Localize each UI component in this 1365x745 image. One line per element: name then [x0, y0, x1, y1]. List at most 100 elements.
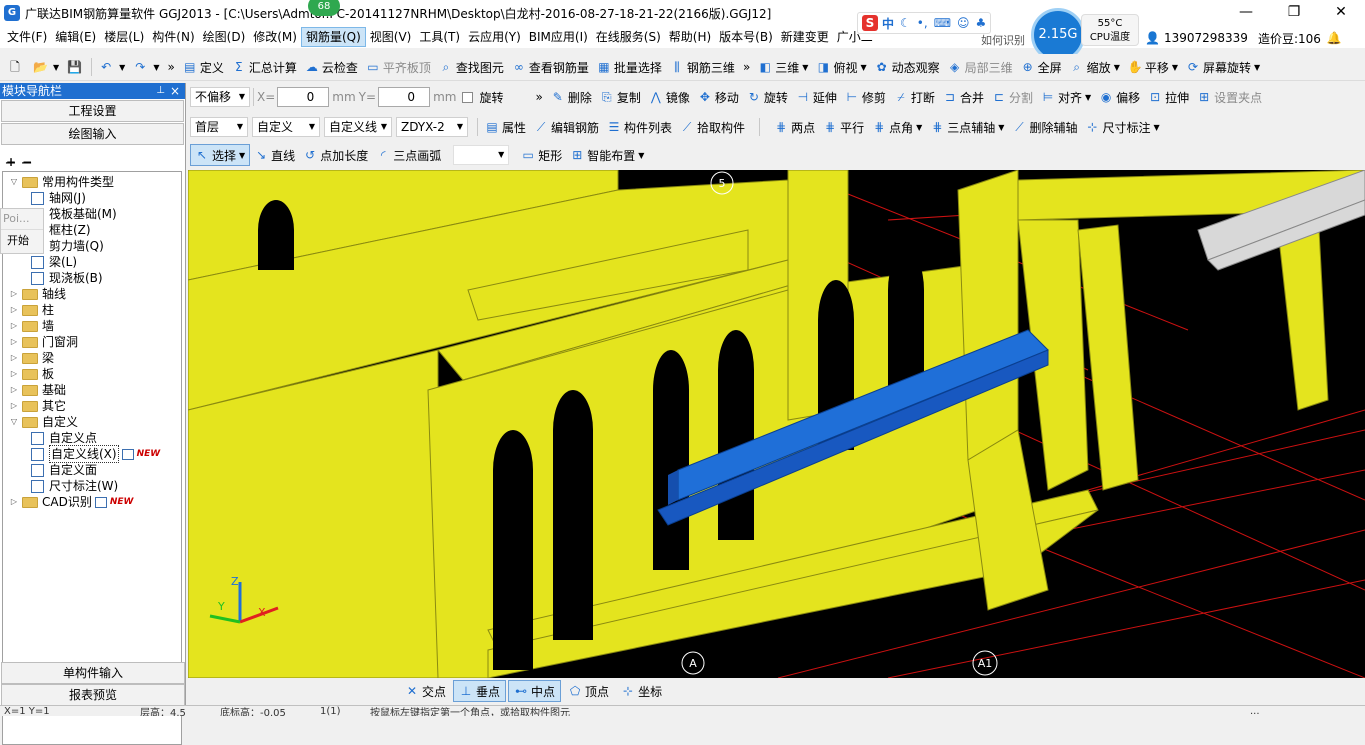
popup-start-button[interactable]: 开始 [1, 229, 43, 251]
menu-item-9[interactable]: 云应用(Y) [464, 27, 525, 47]
panel-close-icon[interactable]: × [170, 83, 180, 99]
ime-mode[interactable]: 中 [882, 15, 894, 32]
project-settings-button[interactable]: 工程设置 [1, 100, 184, 122]
tree-node-17[interactable]: 自定义线(X) NEW [31, 445, 160, 463]
user-icon[interactable]: ☺ [957, 16, 970, 30]
tree-node-12[interactable]: ▷ 板 [9, 366, 54, 382]
3d-scene[interactable]: 5 A A1 Z Y X [188, 170, 1365, 678]
notification-icon[interactable]: 🔔 [1327, 31, 1342, 45]
user-phone[interactable]: 13907298339 [1164, 31, 1248, 45]
menu-item-12[interactable]: 帮助(H) [665, 27, 715, 47]
tool-tb3-items-1[interactable]: ⟋ 编辑钢筋 [530, 116, 603, 138]
snap-perpendicular-toggle[interactable]: ⊥ 垂点 [453, 680, 507, 702]
rotate-checkbox[interactable] [462, 91, 474, 103]
tool-tb1-items-7[interactable]: ⫼ 钢筋三维 [666, 56, 739, 78]
floor-select[interactable]: 首层 ▼ [190, 117, 248, 137]
tool-tb1-right-7[interactable]: ⟳ 屏幕旋转 ▼ [1182, 56, 1264, 78]
tree-node-10[interactable]: ▷ 门窗洞 [9, 334, 78, 350]
tool-tb2-items-3[interactable]: ✥ 移动 [694, 86, 743, 108]
undo-button[interactable]: ↶ ▼ [95, 56, 129, 78]
tool-tb2-items-7[interactable]: ⌿ 打断 [890, 86, 939, 108]
tool-tb3-aux-5[interactable]: ⊹ 尺寸标注 ▼ [1081, 116, 1163, 138]
tool-tb4-items-3[interactable]: ◜ 三点画弧 [372, 144, 445, 166]
menu-item-13[interactable]: 版本号(B) [715, 27, 777, 47]
snap-midpoint-toggle[interactable]: ⊷ 中点 [508, 680, 562, 702]
menu-item-5[interactable]: 修改(M) [249, 27, 301, 47]
tool-tb1-right-5[interactable]: ⌕ 缩放 ▼ [1066, 56, 1124, 78]
tree-node-19[interactable]: 尺寸标注(W) [31, 478, 118, 494]
tool-tb3-aux-3[interactable]: ⋕ 三点辅轴 ▼ [926, 116, 1008, 138]
tool-tb1-items-2[interactable]: ☁ 云检查 [301, 56, 362, 78]
help-link[interactable]: 如何识别 [981, 32, 1025, 48]
tool-tb2-items-12[interactable]: ⊡ 拉伸 [1144, 86, 1193, 108]
tree-node-15[interactable]: ▽ 自定义 [9, 414, 78, 430]
tree-node-7[interactable]: ▷ 轴线 [9, 286, 66, 302]
tool-tb3-aux-0[interactable]: ⋕ 两点 [770, 116, 819, 138]
keyboard-icon[interactable]: ⌨ [934, 16, 951, 30]
overflow-chevron-3[interactable]: » [531, 86, 546, 108]
expand-toggle-icon[interactable]: ▷ [9, 398, 19, 414]
menu-item-4[interactable]: 绘图(D) [199, 27, 250, 47]
3d-viewport[interactable]: 5 A A1 Z Y X [188, 170, 1365, 678]
tool-tb1-items-0[interactable]: ▤ 定义 [179, 56, 228, 78]
tree-node-13[interactable]: ▷ 基础 [9, 382, 66, 398]
moon-icon[interactable]: ☾ [900, 16, 911, 30]
tool-tb1-items-6[interactable]: ▦ 批量选择 [593, 56, 666, 78]
expand-toggle-icon[interactable]: ▷ [9, 366, 19, 382]
punct-icon[interactable]: •, [917, 16, 928, 30]
report-preview-button[interactable]: 报表预览 [1, 684, 185, 706]
snap-coordinate-toggle[interactable]: ⊹ 坐标 [616, 680, 667, 702]
menu-item-1[interactable]: 编辑(E) [51, 27, 100, 47]
offset-mode-select[interactable]: 不偏移 ▼ [190, 87, 250, 107]
component-name-select[interactable]: ZDYX-2 ▼ [396, 117, 468, 137]
tool-tb2-items-1[interactable]: ⎘ 复制 [596, 86, 645, 108]
tool-tb4-items2-0[interactable]: ▭ 矩形 [517, 144, 566, 166]
menu-item-11[interactable]: 在线服务(S) [592, 27, 665, 47]
x-coord-input[interactable] [277, 87, 330, 107]
tool-tb2-items-6[interactable]: ⊢ 修剪 [841, 86, 890, 108]
tree-node-1[interactable]: 轴网(J) [31, 190, 86, 206]
tool-tb2-items-10[interactable]: ⊨ 对齐 ▼ [1037, 86, 1095, 108]
open-file-button[interactable]: 📂 ▼ [29, 56, 63, 78]
tool-tb4-items2-1[interactable]: ⊞ 智能布置 ▼ [566, 144, 648, 166]
tree-node-6[interactable]: 现浇板(B) [31, 270, 103, 286]
tool-tb2-items-9[interactable]: ⊏ 分割 [988, 86, 1037, 108]
expand-toggle-icon[interactable]: ▷ [9, 382, 19, 398]
tool-tb1-right-2[interactable]: ✿ 动态观察 [871, 56, 944, 78]
popup-line-1[interactable]: Poi... [1, 209, 43, 229]
menu-item-3[interactable]: 构件(N) [148, 27, 198, 47]
expand-toggle-icon[interactable]: ▷ [9, 350, 19, 366]
single-component-input-button[interactable]: 单构件输入 [1, 662, 185, 684]
snap-intersection-toggle[interactable]: ✕ 交点 [400, 680, 451, 702]
tool-tb3-items-2[interactable]: ☰ 构件列表 [603, 116, 676, 138]
tool-tb1-items-5[interactable]: ∞ 查看钢筋量 [508, 56, 593, 78]
tool-tb2-items-5[interactable]: ⊣ 延伸 [792, 86, 841, 108]
tool-tb2-items-13[interactable]: ⊞ 设置夹点 [1193, 86, 1266, 108]
tool-tb3-items-0[interactable]: ▤ 属性 [481, 116, 530, 138]
overflow-chevron-2[interactable]: » [739, 56, 754, 78]
menu-item-10[interactable]: BIM应用(I) [525, 27, 592, 47]
expand-toggle-icon[interactable]: ▷ [9, 302, 19, 318]
tool-tb3-items-3[interactable]: ⟋ 拾取构件 [676, 116, 749, 138]
tool-tb1-right-6[interactable]: ✋ 平移 ▼ [1124, 56, 1182, 78]
pin-icon[interactable]: ⊥ [156, 83, 165, 99]
menu-item-8[interactable]: 工具(T) [415, 27, 464, 47]
drawing-input-button[interactable]: 绘图输入 [1, 123, 184, 145]
menu-item-14[interactable]: 新建变更 [777, 27, 833, 47]
expand-all-icon[interactable]: +̶ [6, 155, 16, 169]
overflow-chevron[interactable]: » [163, 56, 178, 78]
collapse-all-icon[interactable]: −̶ [22, 155, 32, 169]
shirt-icon[interactable]: ♣ [976, 16, 987, 30]
menu-item-0[interactable]: 文件(F) [3, 27, 51, 47]
tool-tb4-items-0[interactable]: ↖ 选择 ▼ [190, 144, 251, 166]
expand-toggle-icon[interactable]: ▷ [9, 334, 19, 350]
tool-tb3-aux-2[interactable]: ⋕ 点角 ▼ [868, 116, 926, 138]
expand-toggle-icon[interactable]: ▷ [9, 286, 19, 302]
tree-node-18[interactable]: 自定义面 [31, 462, 97, 478]
y-coord-input[interactable] [378, 87, 431, 107]
bean-count[interactable]: 造价豆:106 [1258, 30, 1321, 47]
tree-node-16[interactable]: 自定义点 [31, 430, 97, 446]
tool-tb2-items-4[interactable]: ↻ 旋转 [743, 86, 792, 108]
tool-tb1-items-3[interactable]: ▭ 平齐板顶 [362, 56, 435, 78]
menu-item-6[interactable]: 钢筋量(Q) [300, 27, 366, 47]
